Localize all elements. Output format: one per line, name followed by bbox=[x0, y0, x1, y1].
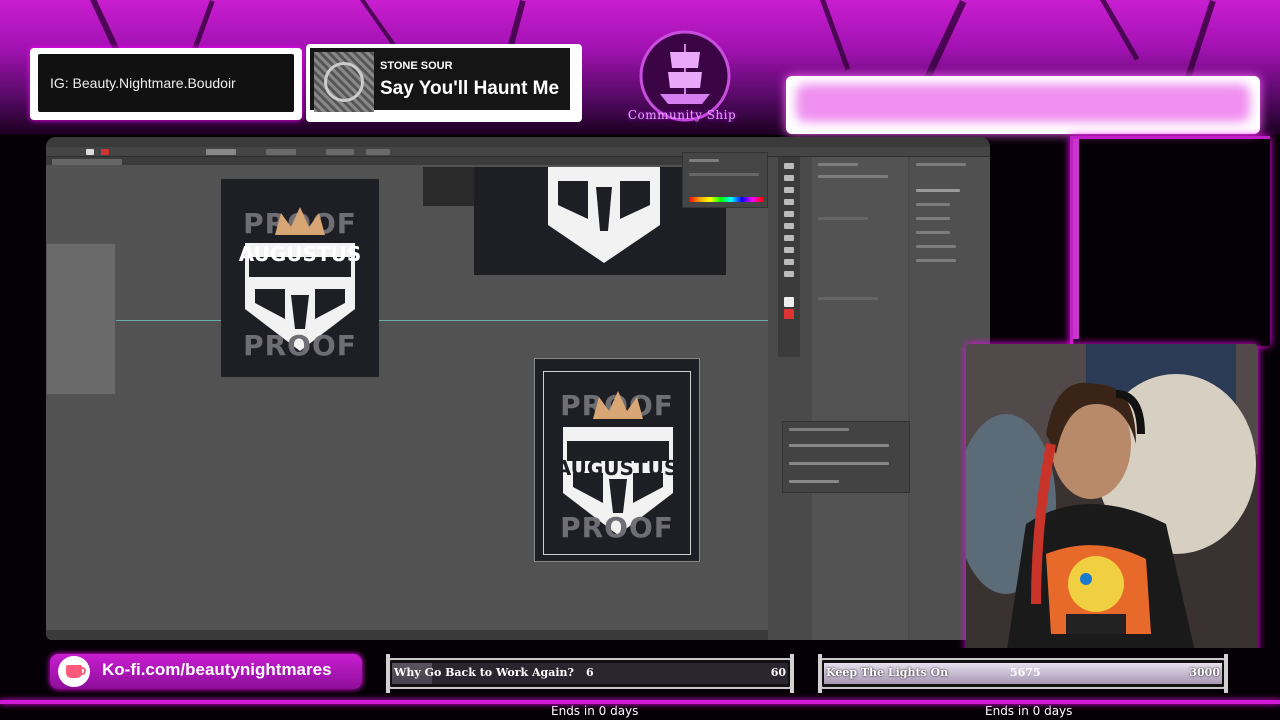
tool-icon[interactable] bbox=[784, 259, 794, 265]
community-ship-label: Community Ship bbox=[627, 108, 737, 122]
instagram-handle: IG: Beauty.Nightmare.Boudoir bbox=[38, 54, 294, 112]
app-options-bar bbox=[46, 147, 990, 157]
goal-current: 5675 bbox=[1010, 666, 1041, 679]
screen-capture: PROOF AUGUSTUS PROOF bbox=[46, 137, 990, 640]
tools-toolbar bbox=[778, 157, 800, 357]
stroke-swatch-icon[interactable] bbox=[784, 309, 794, 319]
instagram-box: IG: Beauty.Nightmare.Boudoir bbox=[30, 48, 302, 120]
tool-icon[interactable] bbox=[784, 235, 794, 241]
kofi-cup-icon bbox=[58, 656, 90, 687]
color-panel[interactable] bbox=[682, 152, 768, 208]
now-playing-widget: STONE SOUR Say You'll Haunt Me bbox=[306, 44, 582, 122]
fill-swatch-icon[interactable] bbox=[784, 297, 794, 307]
dark-rectangle bbox=[423, 167, 475, 206]
tree-branch bbox=[360, 0, 398, 50]
goal-title: Keep The Lights On bbox=[826, 666, 949, 679]
goal-ends-label: Ends in 0 days bbox=[551, 704, 639, 718]
libraries-panel bbox=[812, 157, 908, 640]
tool-icon[interactable] bbox=[784, 223, 794, 229]
goal-target: 3000 bbox=[1189, 666, 1220, 679]
guide-line bbox=[116, 320, 768, 321]
bottom-accent-line bbox=[0, 700, 1280, 704]
align-panel[interactable] bbox=[782, 421, 910, 493]
kofi-link[interactable]: Ko-fi.com/beautynightmares bbox=[102, 660, 332, 680]
now-playing-track: Say You'll Haunt Me bbox=[380, 78, 560, 99]
tool-icon[interactable] bbox=[784, 247, 794, 253]
shield-partial-icon bbox=[548, 167, 660, 263]
blurred-name bbox=[796, 84, 1250, 122]
tool-icon[interactable] bbox=[784, 271, 794, 277]
decorative-frame bbox=[1070, 136, 1270, 346]
goal-bar-2: Keep The Lights On 5675 3000 bbox=[818, 654, 1228, 693]
webcam-feed bbox=[966, 344, 1258, 656]
kofi-button[interactable]: Ko-fi.com/beautynightmares bbox=[50, 654, 362, 689]
tool-icon[interactable] bbox=[784, 199, 794, 205]
proof-watermark: PROOF bbox=[560, 511, 674, 544]
proof-watermark: PROOF bbox=[243, 329, 357, 362]
app-status-bar bbox=[46, 630, 768, 640]
app-menubar bbox=[46, 137, 990, 147]
document-tab-bar bbox=[46, 157, 766, 165]
shield-name: AUGUSTUS bbox=[238, 242, 362, 266]
artboard-canvas[interactable]: PROOF AUGUSTUS PROOF bbox=[46, 165, 768, 630]
now-playing-artist: STONE SOUR bbox=[380, 60, 453, 72]
tree-branch bbox=[1183, 0, 1216, 83]
tool-icon[interactable] bbox=[784, 163, 794, 169]
frame-glow bbox=[1073, 139, 1079, 339]
color-spectrum[interactable] bbox=[689, 197, 763, 202]
tree-branch bbox=[1100, 0, 1140, 61]
goal-title: Why Go Back to Work Again? bbox=[394, 666, 574, 679]
shield-name: AUGUSTUS bbox=[555, 456, 679, 480]
goal-target: 60 bbox=[770, 666, 786, 679]
goal-ends-label: Ends in 0 days bbox=[985, 704, 1073, 718]
name-banner bbox=[786, 76, 1260, 134]
artboard-left[interactable]: PROOF AUGUSTUS PROOF bbox=[221, 179, 379, 377]
album-art bbox=[314, 52, 374, 112]
tool-icon[interactable] bbox=[784, 211, 794, 217]
goal-current: 6 bbox=[586, 666, 594, 679]
right-panel-dock bbox=[768, 157, 990, 640]
goal-bar-1: Why Go Back to Work Again? 6 60 bbox=[386, 654, 794, 693]
webcam-streamer-image bbox=[966, 344, 1258, 656]
artboard-bottom[interactable]: PROOF AUGUSTUS PROOF bbox=[534, 358, 700, 562]
stream-overlay: IG: Beauty.Nightmare.Boudoir STONE SOUR … bbox=[0, 0, 1280, 720]
tool-icon[interactable] bbox=[784, 187, 794, 193]
floating-panel bbox=[46, 243, 116, 395]
tree-branch bbox=[820, 0, 851, 71]
tool-icon[interactable] bbox=[784, 175, 794, 181]
